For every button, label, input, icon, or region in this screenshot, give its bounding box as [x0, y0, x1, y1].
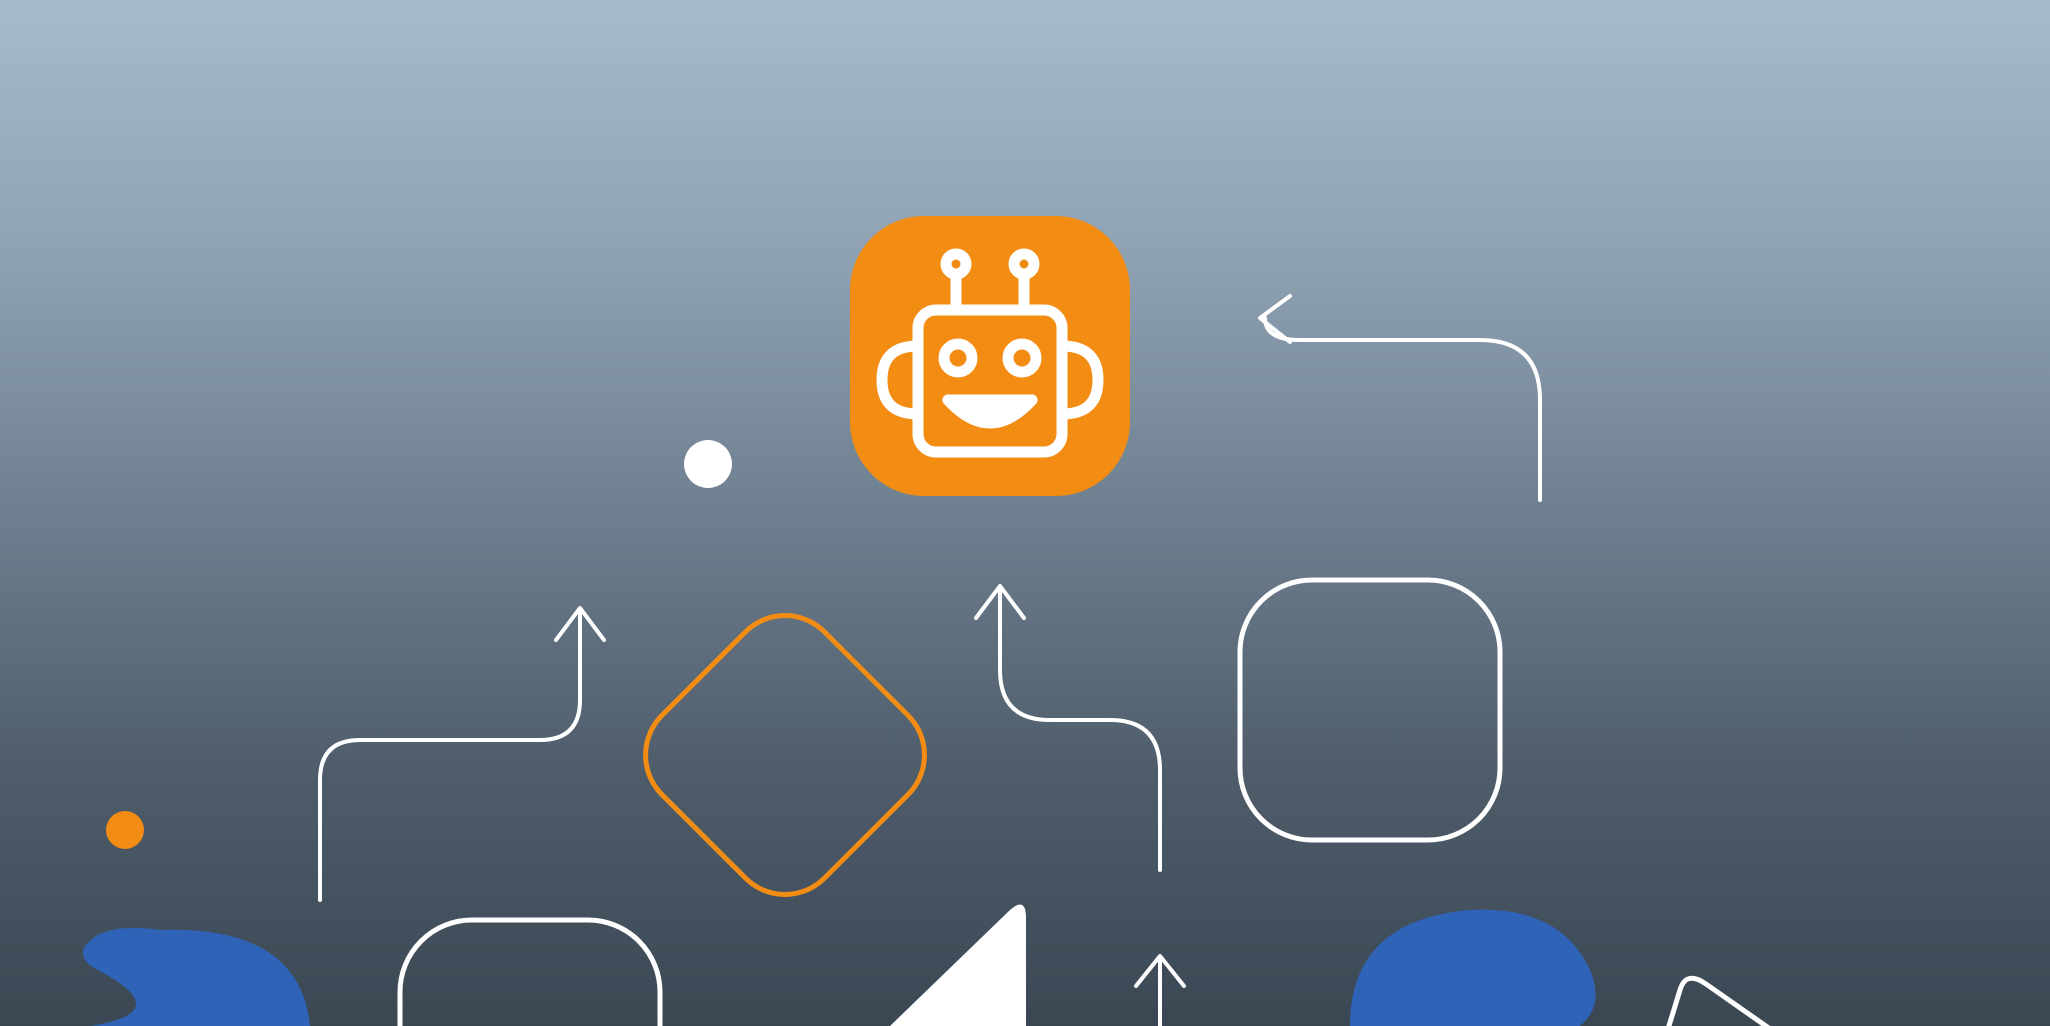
arrow-top-right-back-icon — [1260, 296, 1540, 500]
arrow-bottom-up-icon — [1136, 956, 1184, 1026]
white-triangle-bottom-right-icon — [1640, 978, 1900, 1026]
orange-dot-icon — [106, 811, 144, 849]
arrow-center-up-icon — [976, 586, 1160, 870]
blue-blob-left-icon — [83, 928, 310, 1026]
arrow-left-up-icon — [320, 608, 604, 900]
white-triangle-bottom-icon — [890, 905, 1026, 1026]
blue-blob-right-icon — [1350, 910, 1596, 1026]
robot-badge — [850, 216, 1130, 496]
white-rounded-square-right-icon — [1240, 580, 1500, 840]
white-dot-icon — [684, 440, 732, 488]
white-rounded-square-bottom-left-icon — [400, 920, 660, 1026]
orange-diamond-icon — [622, 592, 947, 917]
decorative-graphic — [0, 0, 2050, 1026]
